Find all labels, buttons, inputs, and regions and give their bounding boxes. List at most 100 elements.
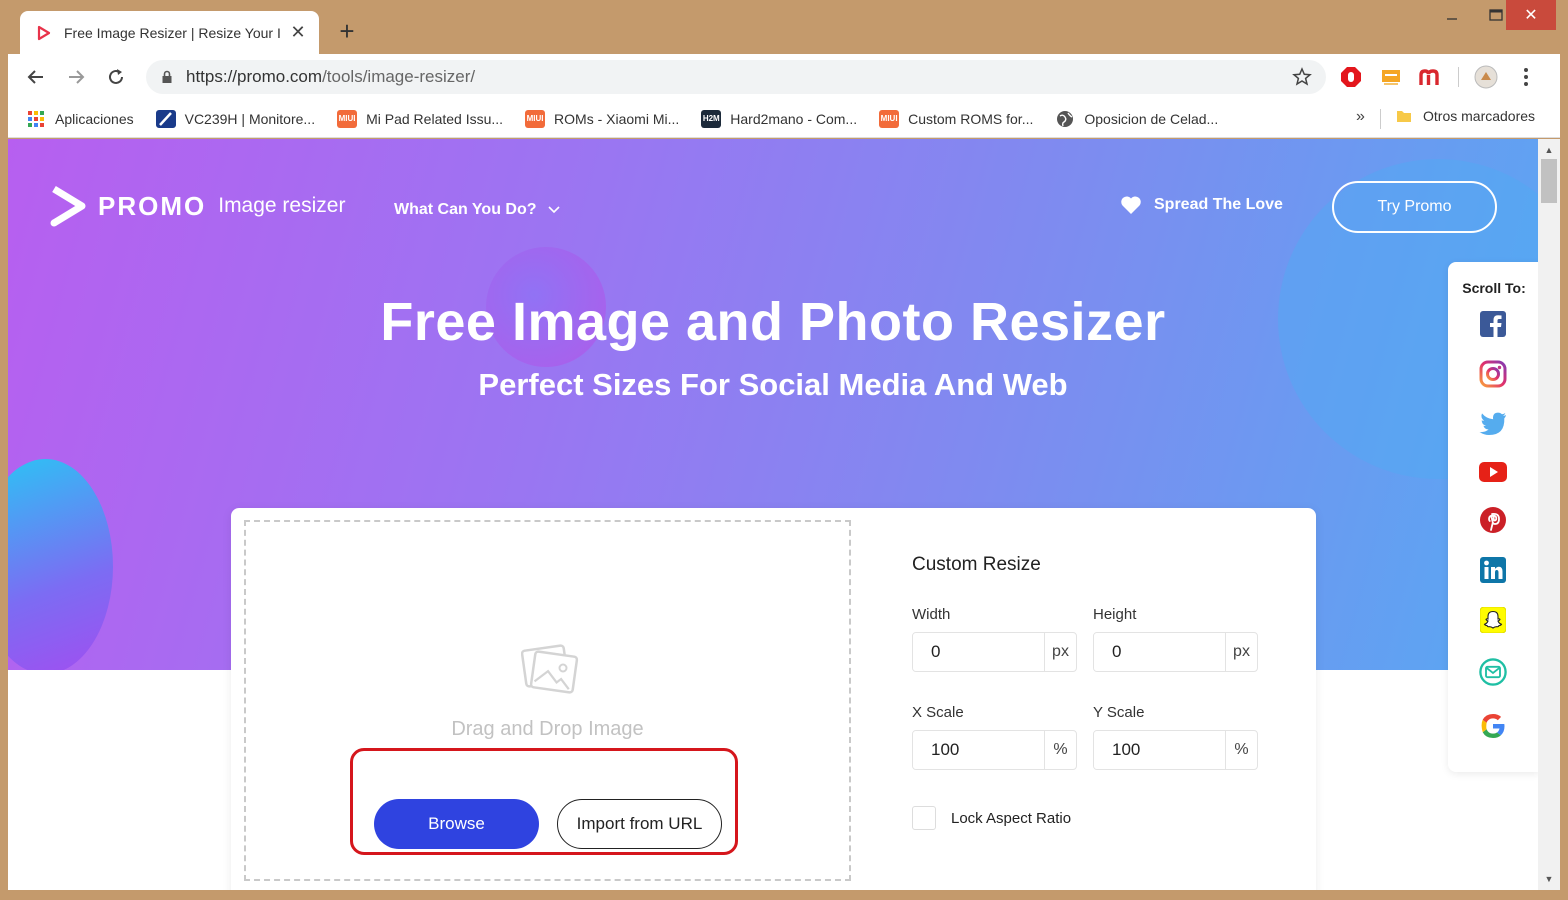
bookmark-hard2mano[interactable]: H2M Hard2mano - Com... bbox=[701, 109, 858, 128]
promo-logo[interactable]: PROMO Image resizer bbox=[48, 185, 345, 227]
width-field: px bbox=[912, 632, 1077, 672]
bookmark-mipad[interactable]: MIUI Mi Pad Related Issu... bbox=[337, 109, 504, 128]
asus-icon bbox=[155, 109, 176, 128]
folder-icon bbox=[1394, 107, 1414, 125]
mega-extension-icon[interactable] bbox=[1418, 64, 1444, 90]
width-unit: px bbox=[1044, 633, 1076, 671]
drag-drop-text: Drag and Drop Image bbox=[451, 718, 644, 740]
adblock-extension-icon[interactable] bbox=[1338, 64, 1364, 90]
instagram-icon[interactable] bbox=[1479, 360, 1507, 388]
y-scale-unit: % bbox=[1225, 731, 1257, 769]
decor-bubble bbox=[8, 459, 113, 670]
browser-window: Free Image Resizer | Resize Your I ✕ + ✕… bbox=[0, 0, 1568, 900]
reload-button[interactable] bbox=[96, 57, 136, 97]
url-text: https://promo.com/tools/image-resizer/ bbox=[186, 67, 476, 86]
bookmark-label: VC239H | Monitore... bbox=[184, 110, 316, 127]
window-close-button[interactable]: ✕ bbox=[1506, 0, 1556, 30]
address-bar[interactable]: https://promo.com/tools/image-resizer/ bbox=[146, 60, 1326, 94]
x-scale-label: X Scale bbox=[912, 704, 964, 721]
lock-aspect-ratio-checkbox[interactable] bbox=[912, 806, 936, 830]
apps-grid-icon bbox=[26, 110, 46, 128]
snapchat-icon[interactable] bbox=[1479, 606, 1507, 634]
chevron-down-icon bbox=[547, 206, 560, 214]
minimize-button[interactable] bbox=[1430, 0, 1474, 30]
browse-button[interactable]: Browse bbox=[374, 799, 539, 849]
bookmark-label: ROMs - Xiaomi Mi... bbox=[554, 110, 680, 127]
x-scale-field: % bbox=[912, 730, 1077, 770]
bookmark-roms-xiaomi[interactable]: MIUI ROMs - Xiaomi Mi... bbox=[525, 109, 680, 128]
miui-icon: MIUI bbox=[337, 109, 358, 128]
bookmark-oposicion[interactable]: Oposicion de Celad... bbox=[1055, 110, 1218, 128]
bookmark-label: Mi Pad Related Issu... bbox=[366, 110, 504, 127]
bookmark-vc239h[interactable]: VC239H | Monitore... bbox=[155, 109, 316, 128]
hero-subtitle: Perfect Sizes For Social Media And Web bbox=[478, 367, 1068, 402]
browser-menu-icon[interactable] bbox=[1513, 64, 1539, 90]
linkedin-icon[interactable] bbox=[1479, 556, 1507, 584]
height-field: px bbox=[1093, 632, 1258, 672]
toolbar-separator bbox=[1458, 67, 1459, 87]
y-scale-label: Y Scale bbox=[1093, 704, 1145, 721]
hero-title: Free Image and Photo Resizer bbox=[380, 292, 1166, 352]
lock-aspect-ratio-label: Lock Aspect Ratio bbox=[951, 810, 1072, 827]
height-label: Height bbox=[1093, 606, 1137, 623]
tab-strip: Free Image Resizer | Resize Your I ✕ + ✕ bbox=[0, 0, 1568, 54]
heart-icon bbox=[1121, 196, 1141, 214]
bookmarks-bar: Aplicaciones VC239H | Monitore... MIUI M… bbox=[8, 100, 1560, 138]
pinterest-icon[interactable] bbox=[1479, 506, 1507, 534]
page-viewport: PROMO Image resizer What Can You Do? Spr… bbox=[8, 139, 1560, 890]
twitter-icon[interactable] bbox=[1479, 410, 1507, 438]
scroll-to-title: Scroll To: bbox=[1462, 280, 1526, 296]
bookmark-label: Aplicaciones bbox=[55, 110, 134, 127]
promo-favicon-icon bbox=[36, 25, 52, 41]
scrollbar-thumb[interactable] bbox=[1541, 159, 1557, 203]
bookmark-label: Hard2mano - Com... bbox=[730, 110, 858, 127]
width-label: Width bbox=[912, 606, 951, 623]
new-tab-button[interactable]: + bbox=[334, 18, 360, 44]
bookmark-other-folder[interactable]: Otros marcadores bbox=[1394, 107, 1535, 125]
try-promo-button[interactable]: Try Promo bbox=[1332, 181, 1497, 233]
browser-toolbar: https://promo.com/tools/image-resizer/ bbox=[8, 54, 1560, 100]
youtube-icon[interactable] bbox=[1479, 458, 1507, 486]
tab-title: Free Image Resizer | Resize Your I bbox=[64, 24, 281, 41]
height-unit: px bbox=[1225, 633, 1257, 671]
tab-close-icon[interactable]: ✕ bbox=[289, 22, 307, 43]
facebook-icon[interactable] bbox=[1479, 310, 1507, 338]
promo-logo-icon bbox=[50, 186, 86, 227]
back-button[interactable] bbox=[16, 57, 56, 97]
miui-icon: MIUI bbox=[879, 109, 900, 128]
scroll-to-sidebar: Scroll To: bbox=[1448, 262, 1540, 772]
y-scale-field: % bbox=[1093, 730, 1258, 770]
x-scale-input[interactable] bbox=[913, 731, 1044, 769]
email-icon[interactable] bbox=[1479, 658, 1507, 686]
page-scrollbar[interactable]: ▲ ▼ bbox=[1538, 139, 1560, 890]
custom-resize-title: Custom Resize bbox=[912, 554, 1041, 575]
profile-avatar[interactable] bbox=[1473, 64, 1499, 90]
what-can-you-do-menu[interactable]: What Can You Do? bbox=[394, 201, 561, 219]
scroll-up-icon[interactable]: ▲ bbox=[1538, 141, 1560, 159]
globe-icon bbox=[1055, 110, 1075, 128]
bookmark-star-icon[interactable] bbox=[1292, 67, 1312, 87]
height-input[interactable] bbox=[1094, 633, 1225, 671]
spread-the-love-link[interactable]: Spread The Love bbox=[1120, 195, 1283, 215]
keep-extension-icon[interactable] bbox=[1378, 64, 1404, 90]
bookmarks-separator bbox=[1380, 109, 1381, 129]
forward-button[interactable] bbox=[56, 57, 96, 97]
logo-subtitle: Image resizer bbox=[218, 194, 346, 217]
logo-wordmark: PROMO bbox=[98, 190, 207, 221]
nav-label: What Can You Do? bbox=[394, 201, 537, 218]
import-from-url-button[interactable]: Import from URL bbox=[557, 799, 722, 849]
h2m-icon: H2M bbox=[701, 109, 722, 128]
extensions-area bbox=[1338, 60, 1539, 94]
bookmarks-overflow-button[interactable]: » bbox=[1356, 108, 1365, 126]
spread-label: Spread The Love bbox=[1154, 196, 1283, 213]
tab-image-resizer[interactable]: Free Image Resizer | Resize Your I ✕ bbox=[20, 11, 319, 54]
bookmark-label: Custom ROMS for... bbox=[908, 110, 1034, 127]
bookmark-apps[interactable]: Aplicaciones bbox=[26, 110, 134, 128]
scroll-down-icon[interactable]: ▼ bbox=[1538, 870, 1560, 888]
google-icon[interactable] bbox=[1479, 712, 1507, 740]
y-scale-input[interactable] bbox=[1094, 731, 1225, 769]
width-input[interactable] bbox=[913, 633, 1044, 671]
bookmark-custom-roms[interactable]: MIUI Custom ROMS for... bbox=[879, 109, 1034, 128]
resizer-card: Drag and Drop Image Browse Import from U… bbox=[231, 508, 1316, 890]
lock-icon bbox=[160, 70, 174, 84]
